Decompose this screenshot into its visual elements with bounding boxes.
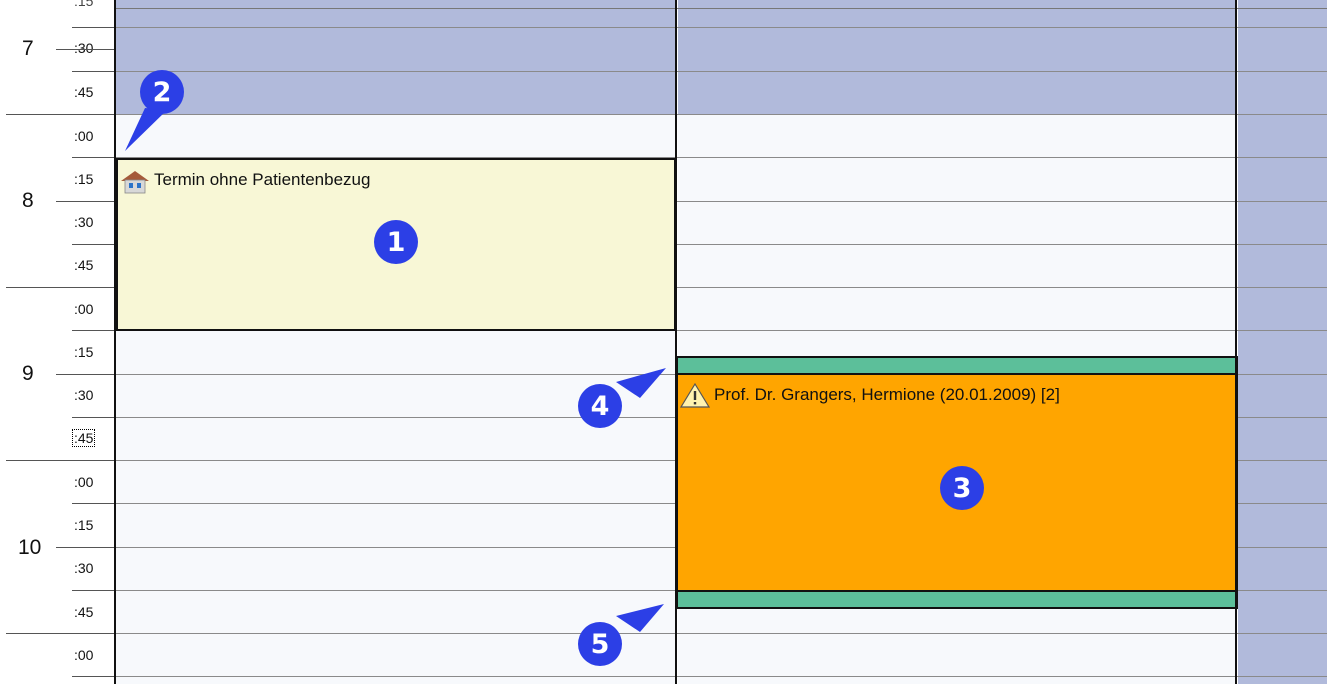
unavailable-block xyxy=(678,0,1236,114)
buffer-after-bar[interactable] xyxy=(676,590,1238,609)
time-slot-label: :15 xyxy=(74,171,94,187)
time-slot-label: :30 xyxy=(74,560,94,576)
hour-label: 10 xyxy=(18,536,42,559)
tick xyxy=(56,49,114,50)
unavailable-column xyxy=(1238,0,1327,684)
time-slot-label: :30 xyxy=(74,214,94,230)
appointment-title: Prof. Dr. Grangers, Hermione (20.01.2009… xyxy=(714,385,1060,404)
tick xyxy=(72,676,114,677)
callout-badge: 3 xyxy=(940,466,984,510)
tick xyxy=(72,417,114,418)
time-slot-label: :15 xyxy=(74,0,94,9)
tick xyxy=(6,633,114,634)
time-slot-label: :30 xyxy=(74,40,94,56)
column-divider xyxy=(1235,0,1237,684)
time-slot-label: :15 xyxy=(74,517,94,533)
house-icon xyxy=(120,168,150,199)
tick xyxy=(6,114,114,115)
time-slot-label: :45 xyxy=(74,257,94,273)
time-slot-label: :00 xyxy=(74,474,94,490)
tick xyxy=(56,547,114,548)
time-slot-label: :45 xyxy=(74,84,94,100)
callout-badge: 1 xyxy=(374,220,418,264)
callout-badge: 2 xyxy=(140,70,184,114)
hour-label: 9 xyxy=(22,362,34,385)
hour-label: 8 xyxy=(22,189,34,212)
time-slot-label: :00 xyxy=(74,128,94,144)
time-slot-label-focused[interactable]: :45 xyxy=(71,429,96,447)
column-divider xyxy=(675,0,677,684)
tick xyxy=(6,460,114,461)
tick xyxy=(72,157,114,158)
warning-icon xyxy=(679,382,711,413)
tick xyxy=(72,330,114,331)
tick xyxy=(72,590,114,591)
time-slot-label: :00 xyxy=(74,301,94,317)
time-slot-label: :00 xyxy=(74,647,94,663)
time-slot-label: :15 xyxy=(74,344,94,360)
hour-label: 7 xyxy=(22,37,34,60)
tick xyxy=(72,503,114,504)
tick xyxy=(72,244,114,245)
column-divider xyxy=(114,0,116,684)
day-schedule-calendar: :15 7 8 9 10 :30 :45 :00 :15 :30 :45 :00… xyxy=(0,0,1327,684)
appointment-title: Termin ohne Patientenbezug xyxy=(154,170,371,189)
tick xyxy=(56,374,114,375)
tick xyxy=(72,71,114,72)
tick xyxy=(56,201,114,202)
tick xyxy=(72,27,114,28)
time-slot-label: :30 xyxy=(74,387,94,403)
callout-badge: 4 xyxy=(578,384,622,428)
time-slot-label: :45 xyxy=(74,604,94,620)
callout-badge: 5 xyxy=(578,622,622,666)
tick xyxy=(6,287,114,288)
